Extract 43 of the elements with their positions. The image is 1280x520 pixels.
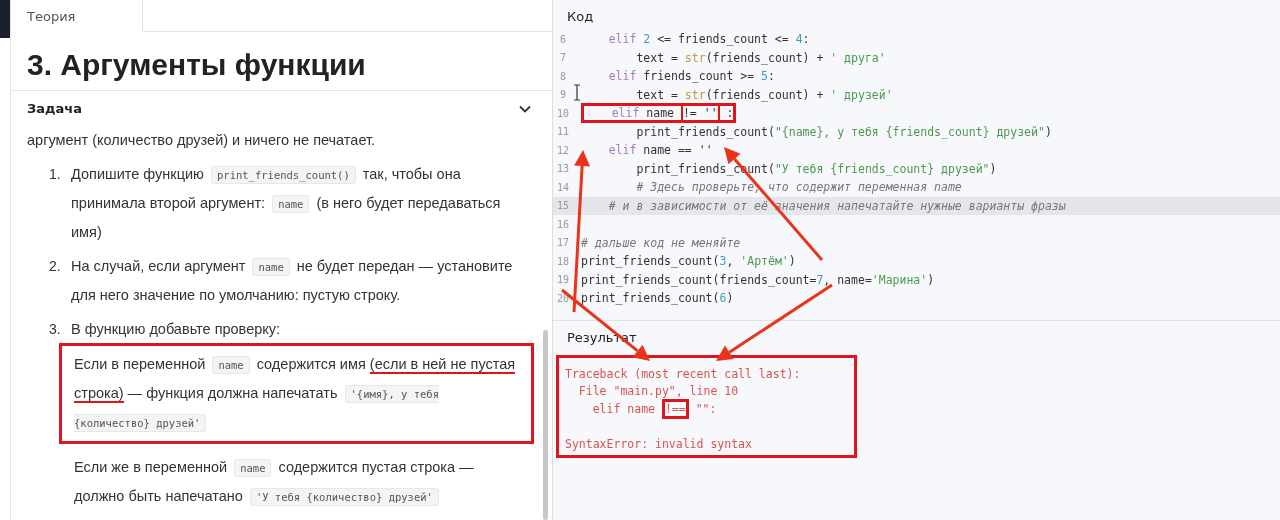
list-number: 2. bbox=[48, 257, 62, 276]
code-line: elif friends_count >= 5: bbox=[607, 69, 775, 84]
code-line: text = str(friends_count) + ' друга' bbox=[635, 50, 886, 65]
line-number: 15 bbox=[555, 200, 570, 212]
line-number: 16 bbox=[555, 218, 570, 230]
line-number: 19 bbox=[555, 274, 570, 286]
code-line: # Здесь проверьте, что содержит переменная name bbox=[635, 180, 962, 195]
line-number: 10 bbox=[555, 107, 570, 119]
line-number: 18 bbox=[555, 255, 570, 267]
code-line: print_friends_count("{name}, у тебя {friends_count} друзей") bbox=[635, 124, 1052, 139]
line-number: 11 bbox=[555, 126, 570, 138]
list-number: 3. bbox=[48, 320, 62, 339]
line-number: 6 bbox=[559, 33, 567, 45]
code-line: print_friends_count(3, 'Артём') bbox=[581, 254, 796, 269]
tab[interactable]: Теория bbox=[11, 0, 143, 32]
line-number: 8 bbox=[559, 70, 567, 82]
panel-title: Код bbox=[566, 8, 595, 26]
task-step-text: Допишите функцию print_friends_count() так, чтобы она принимала второй аргумент: name (в него будет передаваться имя) bbox=[71, 165, 502, 242]
scrollbar[interactable] bbox=[543, 330, 548, 520]
code-line: print_friends_count(6) bbox=[581, 291, 734, 306]
line-number: 17 bbox=[555, 237, 570, 249]
task-step-text: На случай, если аргумент name не будет передан — установите для него значение по умолчанию: пустую строку. bbox=[71, 257, 514, 305]
task-text: аргумент (количество друзей) и ничего не печатает. bbox=[27, 131, 377, 150]
error-output: Traceback (most recent call last): File "main.py", line 10 elif name !== "": SyntaxError: invalid syntax bbox=[556, 354, 857, 458]
task-condition-text: Если в переменной name содержится имя (если в ней не пустая строка) — функция должна напечатать '{имя}, у тебя {количество} друзей' bbox=[59, 343, 534, 444]
line-number: 12 bbox=[555, 144, 570, 156]
task-step-text: В функцию добавьте проверку: bbox=[71, 320, 282, 339]
code-line: elif name == '' bbox=[607, 143, 713, 158]
section-title: Задача bbox=[27, 101, 82, 116]
line-number: 7 bbox=[559, 52, 567, 64]
code-line: elif 2 <= friends_count <= 4: bbox=[607, 32, 810, 47]
page-title: 3. Аргументы функции bbox=[11, 32, 552, 91]
sidebar-edge bbox=[0, 0, 10, 38]
code-line: # и в зависимости от её значения напечатайте нужные варианты фразы bbox=[607, 198, 1066, 213]
task-condition-text: Если же в переменной name содержится пустая строка — должно быть напечатано 'У тебя {количество} друзей' bbox=[73, 458, 475, 508]
line-number: 14 bbox=[555, 181, 570, 193]
list-number: 1. bbox=[48, 165, 62, 184]
line-number: 13 bbox=[555, 163, 570, 175]
code-line: # дальше код не меняйте bbox=[581, 235, 741, 250]
line-number: 9 bbox=[559, 89, 567, 101]
code-line: text = str(friends_count) + ' друзей' bbox=[635, 87, 893, 102]
code-line: print_friends_count(friends_count=7, name='Марина') bbox=[581, 272, 935, 287]
text-cursor-icon bbox=[573, 84, 581, 101]
